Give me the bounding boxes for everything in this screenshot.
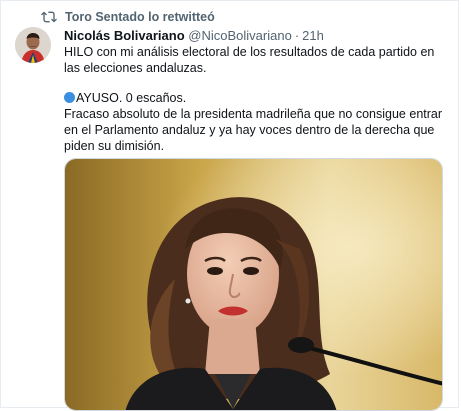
- author-handle[interactable]: @NicoBolivariano: [188, 28, 292, 43]
- tweet-card[interactable]: Toro Sentado lo retwitteó Nicolás Boliva…: [0, 0, 459, 411]
- author-name[interactable]: Nicolás Bolivariano: [64, 28, 185, 43]
- tweet-paragraph-2: AYUSO. 0 escaños. Fracaso absoluto de la…: [64, 90, 448, 154]
- tweet-header: Nicolás Bolivariano @NicoBolivariano · 21h: [64, 27, 448, 44]
- user-avatar-icon: [15, 27, 51, 63]
- retweet-context[interactable]: Toro Sentado lo retwitteó: [41, 9, 215, 25]
- tweet-line-fracaso: Fracaso absoluto de la presidenta madril…: [64, 107, 443, 153]
- photo-woman-at-microphone-icon: [65, 159, 442, 410]
- tweet-content: Nicolás Bolivariano @NicoBolivariano · 21h…: [64, 27, 448, 154]
- tweet-paragraph-1: HILO con mi análisis electoral de los re…: [64, 45, 435, 75]
- tweet-photo[interactable]: [64, 158, 443, 411]
- tweet-line-ayuso: AYUSO. 0 escaños.: [76, 91, 187, 105]
- tweet-body: HILO con mi análisis electoral de los re…: [64, 44, 448, 154]
- author-avatar[interactable]: [15, 27, 51, 63]
- retweet-icon: [41, 11, 57, 23]
- retweet-label: Toro Sentado lo retwitteó: [65, 10, 215, 24]
- blue-circle-emoji-icon: [64, 92, 75, 103]
- header-separator: ·: [294, 28, 300, 43]
- tweet-timestamp[interactable]: 21h: [302, 28, 324, 43]
